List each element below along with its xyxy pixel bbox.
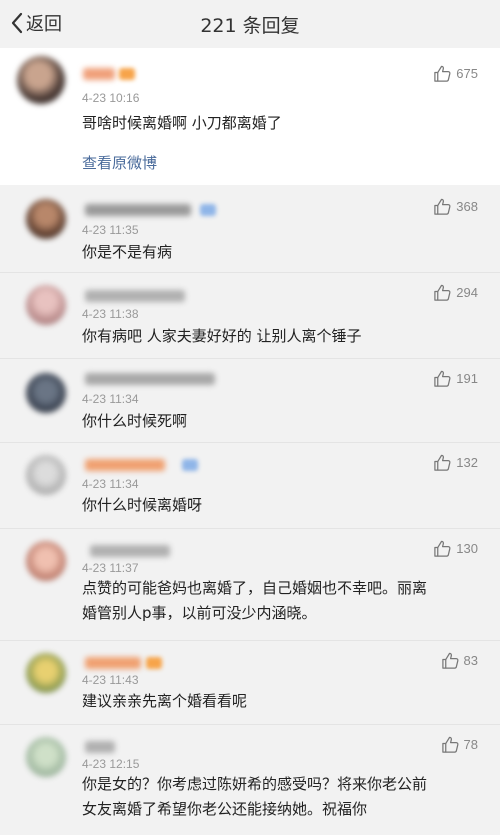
like-count: 132 (456, 455, 478, 470)
user-badge-icon (146, 657, 162, 669)
comment-content: 哥啥时候离婚啊 小刀都离婚了 (82, 114, 282, 132)
like-button[interactable]: 368 (433, 197, 478, 216)
username[interactable] (85, 741, 115, 753)
reply-time: 4-23 11:35 (82, 223, 139, 237)
like-button[interactable]: 78 (441, 735, 478, 754)
user-badge-icon (119, 68, 135, 80)
like-count: 78 (463, 737, 478, 752)
reply-content-line: 婚管别人p事，以前可没少内涵晓。 (82, 604, 317, 622)
page-title: 221 条回复 (200, 14, 300, 37)
thumbs-up-icon (433, 283, 452, 302)
thumbs-up-icon (441, 651, 460, 670)
avatar[interactable] (26, 653, 66, 693)
avatar[interactable] (26, 373, 66, 413)
reply-time: 4-23 11:43 (82, 673, 139, 687)
avatar[interactable] (17, 56, 65, 104)
back-button[interactable]: 返回 (10, 10, 62, 36)
username[interactable] (85, 373, 215, 385)
thumbs-up-icon (433, 369, 452, 388)
list-item: 83 4-23 11:43 建议亲亲先离个婚看看呢 (0, 641, 500, 725)
list-item: 78 4-23 12:15 你是女的？你考虑过陈妍希的感受吗？将来你老公前 女友… (0, 725, 500, 829)
reply-list: 368 4-23 11:35 你是不是有病 294 4-23 11:38 你有病… (0, 185, 500, 829)
avatar[interactable] (26, 455, 66, 495)
like-button[interactable]: 83 (441, 651, 478, 670)
reply-content-line: 女友离婚了希望你老公还能接纳她。祝福你 (82, 800, 368, 818)
username[interactable] (90, 545, 170, 557)
reply-content-line: 你是女的？你考虑过陈妍希的感受吗？将来你老公前 (82, 775, 428, 793)
user-badge-icon (200, 204, 216, 216)
reply-content: 你是不是有病 (82, 243, 173, 261)
reply-content: 你有病吧 人家夫妻好好的 让别人离个锤子 (82, 327, 362, 345)
like-count: 191 (456, 371, 478, 386)
chevron-left-icon (11, 12, 23, 34)
avatar[interactable] (26, 285, 66, 325)
like-count: 368 (456, 199, 478, 214)
username[interactable] (85, 459, 165, 471)
list-item: 132 4-23 11:34 你什么时候离婚呀 (0, 443, 500, 529)
list-item: 130 4-23 11:37 点赞的可能爸妈也离婚了，自己婚姻也不幸吧。丽离 婚… (0, 529, 500, 641)
thumbs-up-icon (433, 453, 452, 472)
username[interactable] (85, 657, 141, 669)
like-count: 130 (456, 541, 478, 556)
list-item: 294 4-23 11:38 你有病吧 人家夫妻好好的 让别人离个锤子 (0, 273, 500, 359)
reply-content: 你什么时候死啊 (82, 412, 188, 430)
nav-bar: 返回 221 条回复 (0, 0, 500, 48)
back-label: 返回 (26, 14, 62, 35)
user-badge-icon (182, 459, 198, 471)
like-count: 675 (456, 66, 478, 81)
avatar[interactable] (26, 199, 66, 239)
reply-time: 4-23 11:38 (82, 307, 139, 321)
reply-content: 你是女的？你考虑过陈妍希的感受吗？将来你老公前 女友离婚了希望你老公还能接纳她。… (82, 772, 427, 822)
thumbs-up-icon (433, 197, 452, 216)
like-count: 294 (456, 285, 478, 300)
like-button[interactable]: 191 (433, 369, 478, 388)
list-item: 368 4-23 11:35 你是不是有病 (0, 185, 500, 273)
reply-content-line: 点赞的可能爸妈也离婚了，自己婚姻也不幸吧。丽离 (82, 579, 428, 597)
reply-time: 4-23 12:15 (82, 757, 140, 771)
reply-time: 4-23 11:37 (82, 561, 139, 575)
comment-time: 4-23 10:16 (82, 91, 140, 105)
avatar[interactable] (26, 737, 66, 777)
like-count: 83 (463, 653, 478, 668)
like-button[interactable]: 675 (433, 64, 478, 83)
like-button[interactable]: 132 (433, 453, 478, 472)
username[interactable] (85, 290, 185, 302)
main-comment: 675 4-23 10:16 哥啥时候离婚啊 小刀都离婚了 查看原微博 (0, 48, 500, 185)
like-button[interactable]: 130 (433, 539, 478, 558)
thumbs-up-icon (441, 735, 460, 754)
view-original-link[interactable]: 查看原微博 (82, 152, 157, 173)
username[interactable] (85, 204, 191, 216)
reply-content: 你什么时候离婚呀 (82, 496, 203, 514)
reply-time: 4-23 11:34 (82, 477, 139, 491)
username[interactable] (83, 68, 115, 80)
list-item: 191 4-23 11:34 你什么时候死啊 (0, 359, 500, 443)
thumbs-up-icon (433, 539, 452, 558)
reply-time: 4-23 11:34 (82, 392, 139, 406)
thumbs-up-icon (433, 64, 452, 83)
like-button[interactable]: 294 (433, 283, 478, 302)
reply-content: 点赞的可能爸妈也离婚了，自己婚姻也不幸吧。丽离 婚管别人p事，以前可没少内涵晓。 (82, 576, 427, 626)
reply-content: 建议亲亲先离个婚看看呢 (82, 692, 248, 710)
avatar[interactable] (26, 541, 66, 581)
